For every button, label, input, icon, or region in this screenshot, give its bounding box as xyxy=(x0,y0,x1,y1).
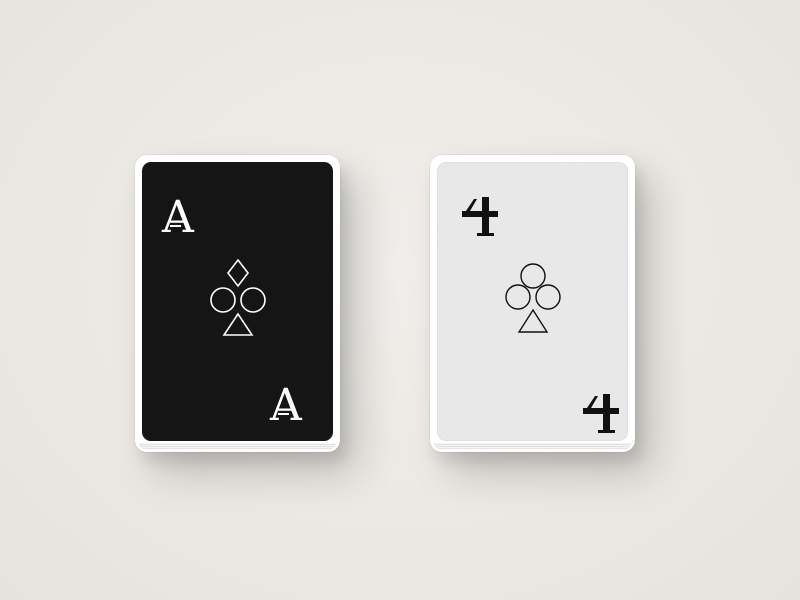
circle-icon xyxy=(239,286,266,313)
circle-icon xyxy=(209,286,236,313)
circle-icon xyxy=(504,283,531,310)
triangle-icon xyxy=(517,308,548,333)
ace-card-face: A A xyxy=(142,162,333,441)
ace-crossbar xyxy=(278,413,289,415)
diamond-icon xyxy=(226,258,249,287)
ace-center-emblem xyxy=(209,258,266,336)
photo-background: A A xyxy=(0,0,800,600)
triangle-icon xyxy=(222,312,253,336)
ace-corner-letter: A xyxy=(162,192,194,243)
four-card-face xyxy=(437,162,628,441)
ace-card-deck: A A xyxy=(135,155,340,452)
four-symbol-icon xyxy=(462,197,498,236)
circle-icon xyxy=(534,283,561,310)
ace-corner-letter: A xyxy=(270,380,302,431)
circle-icon xyxy=(519,262,546,289)
four-card-deck xyxy=(430,155,635,452)
four-center-emblem xyxy=(504,262,561,333)
four-symbol-icon xyxy=(583,394,619,433)
ace-corner-top-left: A xyxy=(162,196,194,240)
ace-crossbar xyxy=(170,225,181,227)
ace-corner-bottom-right: A xyxy=(270,384,302,428)
